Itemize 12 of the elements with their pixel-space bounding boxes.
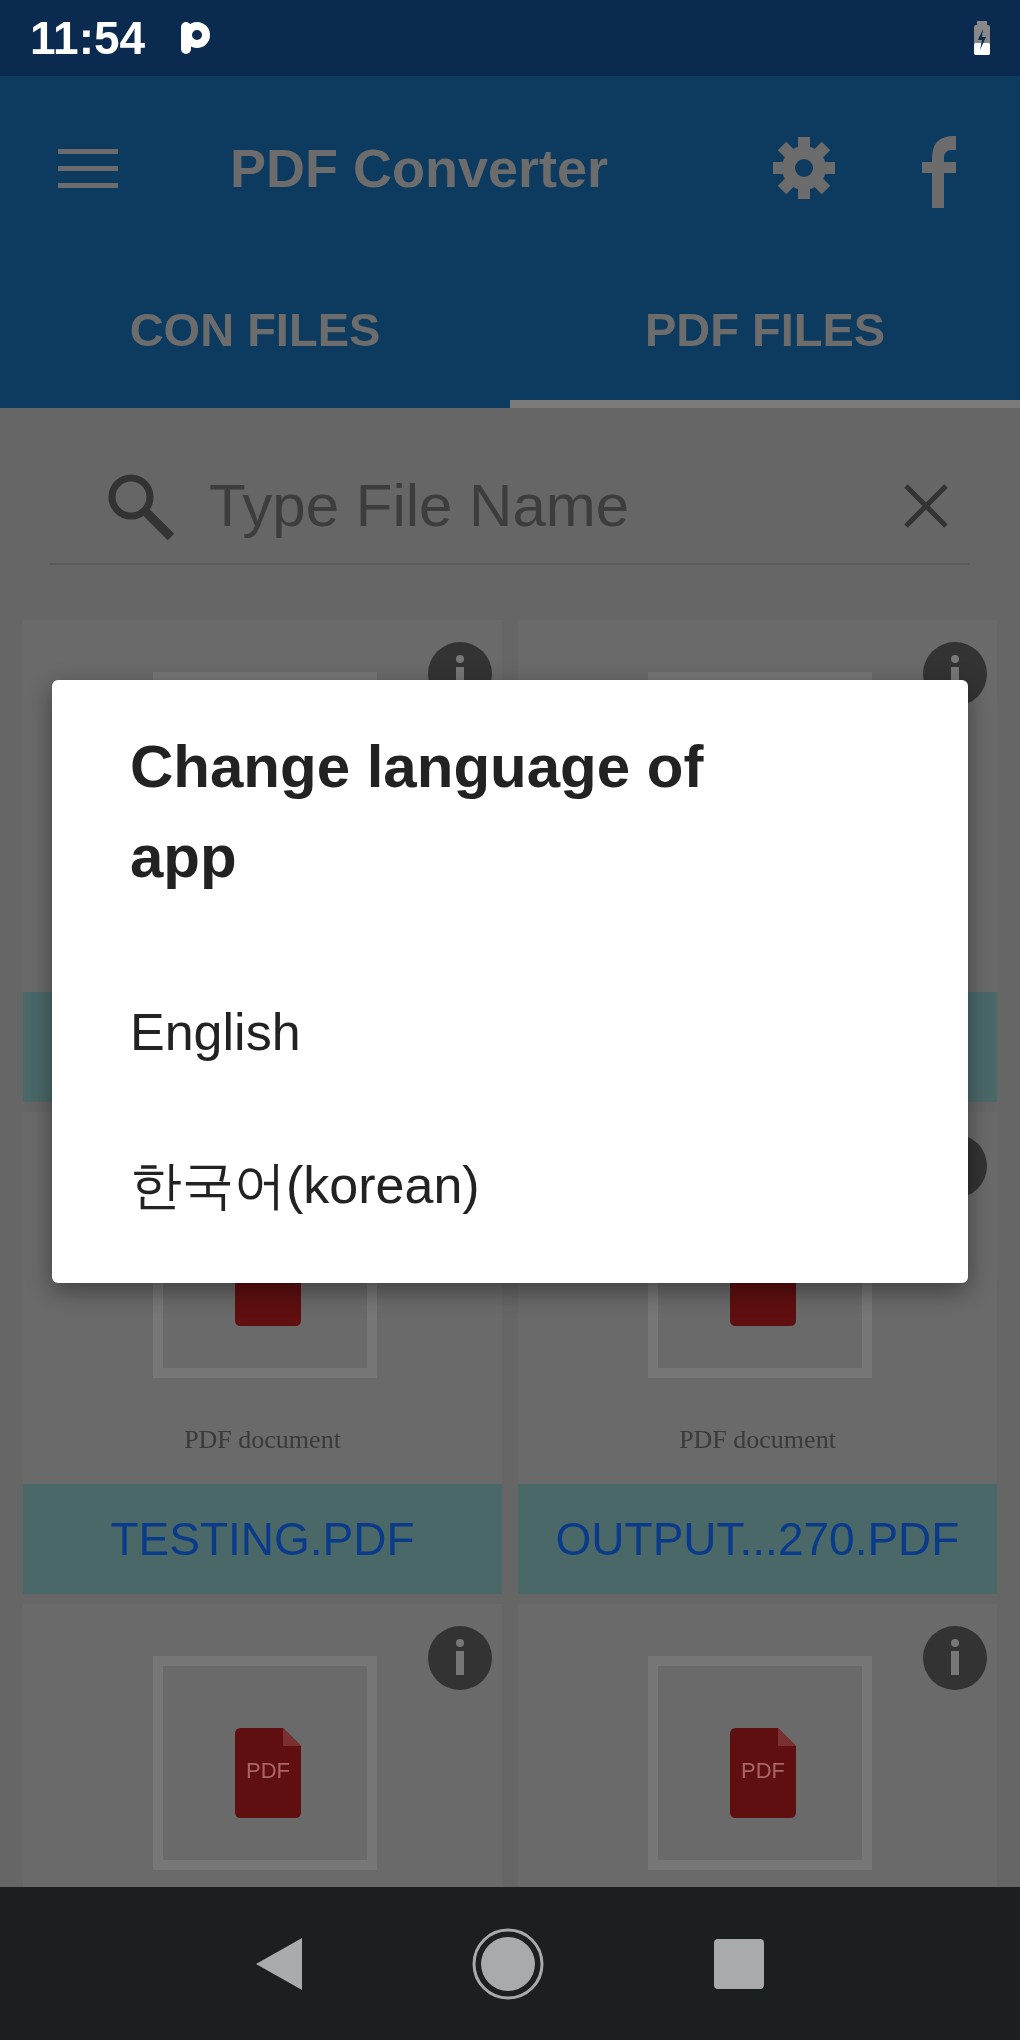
language-option[interactable]: 한국어(korean)	[130, 1140, 480, 1230]
file-thumbnail-card[interactable]: PDF	[23, 1604, 502, 1887]
file-name[interactable]: TESTING.PDF	[23, 1484, 502, 1594]
pdf-label: PDF	[740, 1758, 786, 1784]
dialog-title: Change language of app	[130, 732, 705, 892]
file-name[interactable]: OUTPUT...270.PDF	[518, 1484, 997, 1594]
clock-time: 11:54	[30, 10, 146, 66]
pdf-label: PDF	[245, 1758, 291, 1784]
tab[interactable]: CON FILES	[0, 260, 510, 408]
file-thumbnail-card[interactable]: PDF	[518, 1604, 997, 1887]
app-title: PDF Converter	[230, 136, 609, 200]
language-option[interactable]: English	[130, 987, 301, 1077]
